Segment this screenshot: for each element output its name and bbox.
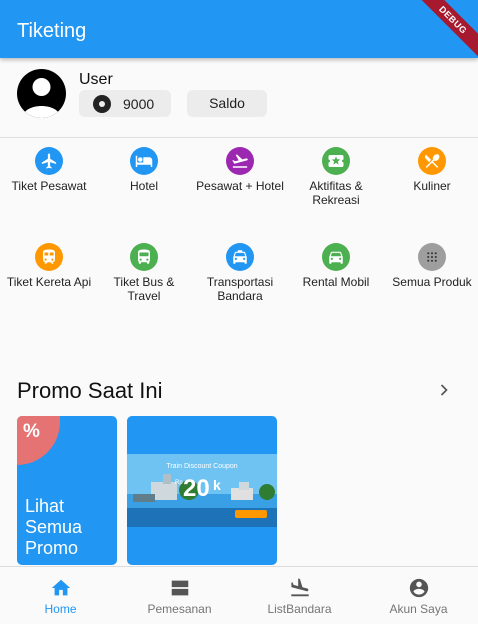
menu-label: Semua Produk — [392, 275, 472, 289]
menu-item-kereta[interactable]: Tiket Kereta Api — [1, 243, 97, 289]
see-all-promo-card[interactable]: % Lihat Semua Promo — [17, 416, 117, 565]
car-icon — [322, 243, 350, 271]
flight-icon — [35, 147, 63, 175]
menu-label: Pesawat + Hotel — [196, 179, 284, 193]
menu-label: Hotel — [129, 179, 158, 193]
nav-item-listbandara[interactable]: ListBandara — [240, 567, 359, 624]
nav-label: Pemesanan — [147, 602, 212, 616]
account-icon — [409, 578, 428, 598]
menu-label: Rental Mobil — [302, 275, 370, 289]
restaurant-icon — [418, 147, 446, 175]
coupon-amount: 20 — [183, 475, 210, 502]
orders-icon — [171, 580, 188, 596]
flight-hotel-icon — [226, 147, 254, 175]
points-chip[interactable]: 9000 — [79, 90, 171, 117]
avatar[interactable] — [17, 69, 66, 118]
menu-item-kuliner[interactable]: Kuliner — [384, 147, 478, 193]
nav-item-akun-saya[interactable]: Akun Saya — [359, 567, 478, 624]
grid-icon — [418, 243, 446, 271]
see-all-promo-label: Lihat Semua Promo — [25, 496, 83, 558]
saldo-button[interactable]: Saldo — [187, 90, 267, 117]
person-icon — [22, 78, 61, 118]
promo-section-title: Promo Saat Ini — [17, 378, 163, 403]
user-section: User 9000 Saldo — [0, 58, 478, 138]
airport-icon — [290, 578, 309, 597]
menu-item-hotel[interactable]: Hotel — [96, 147, 192, 193]
app-bar: Tiketing — [0, 0, 478, 58]
menu-item-tiket-pesawat[interactable]: Tiket Pesawat — [1, 147, 97, 193]
coupon-heading: Train Discount Coupon — [166, 463, 237, 470]
user-name: User — [79, 71, 113, 88]
train-coupon-banner: Train Discount Coupon Rp 20 k — [127, 454, 277, 527]
menu-label: Kuliner — [413, 179, 451, 193]
coupon-suffix: k — [213, 477, 221, 493]
menu-label: Tiket Bus & Travel — [113, 275, 175, 303]
train-coupon-promo-card[interactable]: Train Discount Coupon Rp 20 k — [127, 416, 277, 565]
menu-label: Tiket Pesawat — [11, 179, 87, 193]
nav-item-home[interactable]: Home — [1, 567, 120, 624]
taxi-icon — [226, 243, 254, 271]
menu-item-pesawat-hotel[interactable]: Pesawat + Hotel — [192, 147, 288, 193]
menu-label: Aktifitas & Rekreasi — [309, 179, 363, 207]
menu-item-aktifitas[interactable]: Aktifitas & Rekreasi — [288, 147, 384, 207]
nav-label: ListBandara — [267, 602, 332, 616]
app-title: Tiketing — [17, 20, 87, 42]
bottom-navigation: Home Pemesanan ListBandara Akun Saya — [0, 566, 478, 624]
nav-label: Home — [44, 602, 77, 616]
menu-item-bus[interactable]: Tiket Bus & Travel — [96, 243, 192, 303]
hotel-icon — [130, 147, 158, 175]
menu-label: Tiket Kereta Api — [6, 275, 92, 289]
bus-icon — [130, 243, 158, 271]
home-icon — [51, 579, 70, 596]
menu-item-rental-mobil[interactable]: Rental Mobil — [288, 243, 384, 289]
nav-label: Akun Saya — [389, 602, 448, 616]
coin-icon — [93, 95, 111, 113]
menu-item-semua-produk[interactable]: Semua Produk — [384, 243, 478, 289]
activity-icon — [322, 147, 350, 175]
chevron-right-icon[interactable] — [434, 380, 454, 400]
nav-item-pemesanan[interactable]: Pemesanan — [120, 567, 239, 624]
menu-item-transportasi-bandara[interactable]: Transportasi Bandara — [192, 243, 288, 303]
train-icon — [35, 243, 63, 271]
points-value: 9000 — [123, 96, 155, 112]
menu-label: Transportasi Bandara — [206, 275, 274, 303]
percent-badge-text: % — [23, 421, 40, 442]
